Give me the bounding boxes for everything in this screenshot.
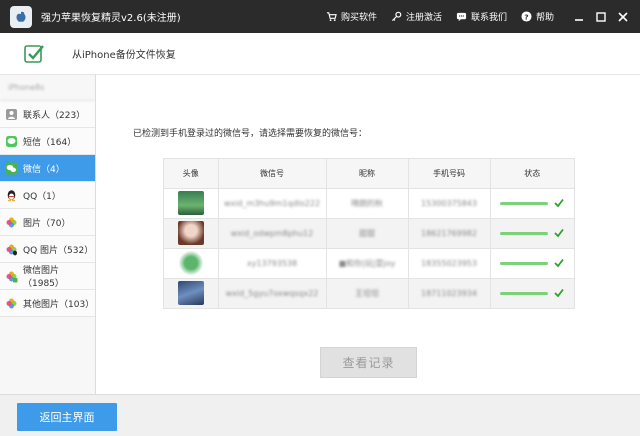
sub-header-title: 从iPhone备份文件恢复 [72, 50, 176, 61]
sidebar-item-label: 图片（70） [23, 218, 71, 229]
sidebar-item-label: 微信图片（1985） [23, 266, 64, 289]
status-bar [500, 201, 549, 205]
view-records-button[interactable]: 查看记录 [320, 347, 417, 378]
qq-icon [7, 189, 16, 201]
sidebar-item-wechat[interactable]: 微信（4） [0, 155, 95, 182]
app-logo-icon [10, 5, 32, 28]
cart-icon [326, 12, 337, 22]
nickname: 甜甜 [359, 228, 375, 238]
phone-number: 15300375843 [421, 198, 477, 208]
register-label: 注册激活 [405, 13, 442, 23]
table-row[interactable]: wxid_odwpm8phu12 甜甜 18621769982 [164, 217, 575, 248]
phone-number: 18355023953 [421, 258, 477, 268]
status [491, 258, 575, 268]
title-bar: 强力苹果恢复精灵v2.6(未注册) 购买软件 注册激活 联系我们 ? 帮助 [0, 0, 640, 33]
sidebar-item-label: 微信（4） [23, 164, 65, 175]
sidebar-item-qq[interactable]: QQ（1） [0, 182, 95, 209]
nickname: 王坦坦 [355, 288, 379, 298]
sidebar-item-sms[interactable]: 短信（164） [0, 128, 95, 155]
other-photos-icon [6, 298, 17, 308]
contact-us-label: 联系我们 [470, 13, 507, 23]
wechat-photos-icon [6, 271, 18, 282]
svg-text:?: ? [524, 12, 528, 21]
sidebar-item-label: 其他图片（103） [23, 299, 95, 310]
status-bar [500, 261, 549, 265]
help-link[interactable]: ? 帮助 [521, 10, 554, 23]
sub-header: 从iPhone备份文件恢复 [0, 33, 640, 75]
avatar [177, 191, 204, 215]
avatar [177, 251, 204, 275]
contact-us-link[interactable]: 联系我们 [456, 10, 507, 23]
column-header-status: 状态 [490, 159, 574, 188]
qq-photos-icon [6, 244, 17, 255]
sms-icon [6, 135, 17, 147]
check-icon [554, 289, 564, 298]
maximize-button[interactable] [590, 0, 612, 33]
sidebar-item-contacts[interactable]: 联系人（223） [0, 101, 95, 128]
table-row[interactable]: wxid_m3hu9m1qdlo222 晴朗的秋 15300375843 [164, 187, 575, 218]
minimize-button[interactable] [568, 0, 590, 33]
check-icon [554, 258, 564, 268]
wechat-id: wxid_m3hu9m1qdlo222 [223, 198, 321, 208]
phone-number: 18711023934 [421, 288, 477, 298]
wechat-id: xy13793538 [246, 258, 298, 268]
sidebar-item-label: 短信（164） [23, 137, 77, 148]
avatar [177, 221, 204, 245]
nickname: 晴朗的秋 [351, 198, 383, 208]
wechat-id: wxid_5gyu7oxwqsqx22 [225, 288, 319, 298]
wechat-account-table: 头像 微信号 昵称 手机号码 状态 wxid_m3hu9m1qdlo222 晴朗… [163, 158, 575, 309]
check-icon [554, 198, 564, 208]
column-header-phone: 手机号码 [408, 159, 491, 188]
sidebar-item-qq-photos[interactable]: QQ 图片（532） [0, 236, 95, 263]
sidebar-item-other-photos[interactable]: 其他图片（103） [0, 290, 95, 317]
status [491, 228, 575, 238]
status [491, 198, 575, 208]
nickname: ■和你|玩|耍joy [338, 258, 396, 268]
column-header-nickname: 昵称 [326, 159, 409, 188]
sidebar-item-label: QQ（1） [23, 191, 61, 202]
sidebar-item-photos[interactable]: 图片（70） [0, 209, 95, 236]
close-icon [618, 11, 628, 22]
close-button[interactable] [612, 0, 634, 33]
sidebar: iPhone8s 联系人（223） 短信（164） 微信（4） QQ（1） 图片… [0, 75, 96, 394]
maximize-icon [596, 11, 606, 22]
app-title: 强力苹果恢复精灵v2.6(未注册) [41, 13, 181, 24]
status [491, 288, 575, 298]
table-row[interactable]: xy13793538 ■和你|玩|耍joy 18355023953 [164, 247, 575, 278]
back-to-main-button[interactable]: 返回主界面 [17, 403, 117, 431]
contacts-icon [6, 108, 17, 120]
question-icon: ? [521, 11, 532, 22]
avatar [177, 281, 204, 306]
status-bar [500, 291, 549, 295]
chat-icon [456, 12, 467, 22]
column-header-wechat-id: 微信号 [218, 159, 327, 188]
sidebar-item-label: 联系人（223） [23, 110, 86, 121]
column-header-avatar: 头像 [164, 159, 219, 188]
photos-icon [6, 217, 17, 227]
recover-backup-icon [24, 44, 44, 63]
wechat-icon [5, 162, 18, 174]
help-label: 帮助 [535, 13, 554, 23]
status-bar [500, 231, 549, 235]
sidebar-item-label: QQ 图片（532） [23, 245, 94, 256]
footer: 返回主界面 [0, 394, 640, 436]
register-link[interactable]: 注册激活 [391, 10, 442, 23]
phone-number: 18621769982 [421, 228, 477, 238]
buy-software-label: 购买软件 [340, 13, 377, 23]
sidebar-item-wechat-photos[interactable]: 微信图片（1985） [0, 263, 95, 290]
key-icon [391, 11, 402, 22]
main-panel: 已检测到手机登录过的微信号，请选择需要恢复的微信号： 头像 微信号 昵称 手机号… [97, 76, 640, 394]
check-icon [554, 228, 564, 238]
buy-software-link[interactable]: 购买软件 [326, 10, 377, 23]
wechat-id: wxid_odwpm8phu12 [230, 228, 314, 238]
minimize-icon [575, 18, 583, 21]
device-name: iPhone8s [0, 75, 95, 101]
table-row[interactable]: wxid_5gyu7oxwqsqx22 王坦坦 18711023934 [164, 277, 575, 308]
detection-prompt: 已检测到手机登录过的微信号，请选择需要恢复的微信号： [133, 129, 368, 139]
